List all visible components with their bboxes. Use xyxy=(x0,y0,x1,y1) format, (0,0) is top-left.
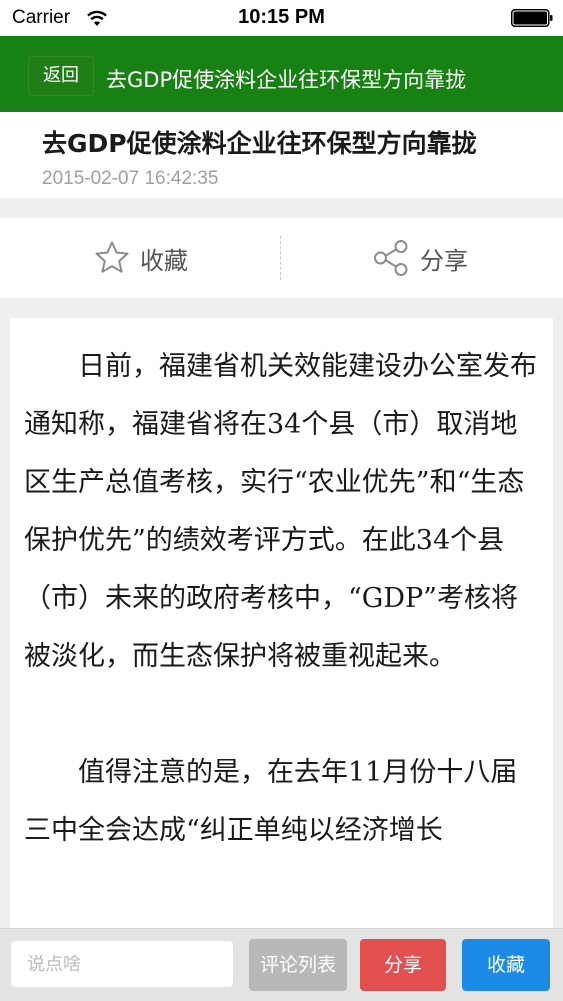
favorite-action[interactable]: 收藏 xyxy=(94,218,188,298)
action-divider xyxy=(280,236,281,280)
article-paragraph: 值得注意的是，在去年11月份十八届三中全会达成“纠正单纯以经济增长 xyxy=(24,757,518,846)
article-date: 2015-02-07 16:42:35 xyxy=(42,168,219,189)
article-body: 日前，福建省机关效能建设办公室发布通知称，福建省将在34个县（市）取消地区生产总… xyxy=(10,318,553,860)
share-action[interactable]: 分享 xyxy=(372,218,468,298)
back-button[interactable]: 返回 xyxy=(28,56,94,96)
comment-input[interactable] xyxy=(11,941,233,987)
share-nodes-icon xyxy=(374,240,408,276)
favorite-button[interactable]: 收藏 xyxy=(462,939,550,991)
article-paragraph: 日前，福建省机关效能建设办公室发布通知称，福建省将在34个县（市）取消地区生产总… xyxy=(24,351,537,672)
nav-title: 去GDP促使涂料企业往环保型方向靠拢 xyxy=(106,68,467,92)
share-button[interactable]: 分享 xyxy=(360,939,446,991)
nav-bar: 返回 去GDP促使涂料企业往环保型方向靠拢 xyxy=(0,36,563,112)
clock-label: 10:15 PM xyxy=(238,6,325,28)
status-bar: Carrier 10:15 PM xyxy=(0,0,563,36)
action-bar: 收藏 分享 xyxy=(0,218,563,298)
back-button-label: 返回 xyxy=(43,65,79,86)
share-action-label: 分享 xyxy=(420,246,468,275)
battery-icon xyxy=(511,9,553,27)
favorite-action-label: 收藏 xyxy=(140,246,188,275)
article-header: 去GDP促使涂料企业往环保型方向靠拢 2015-02-07 16:42:35 xyxy=(0,112,563,198)
comments-list-button[interactable]: 评论列表 xyxy=(249,939,347,991)
bottom-toolbar: 评论列表 分享 收藏 xyxy=(0,928,563,1001)
star-outline-icon xyxy=(95,241,129,273)
article-title: 去GDP促使涂料企业往环保型方向靠拢 xyxy=(42,129,477,158)
article-content: 日前，福建省机关效能建设办公室发布通知称，福建省将在34个县（市）取消地区生产总… xyxy=(10,318,553,938)
